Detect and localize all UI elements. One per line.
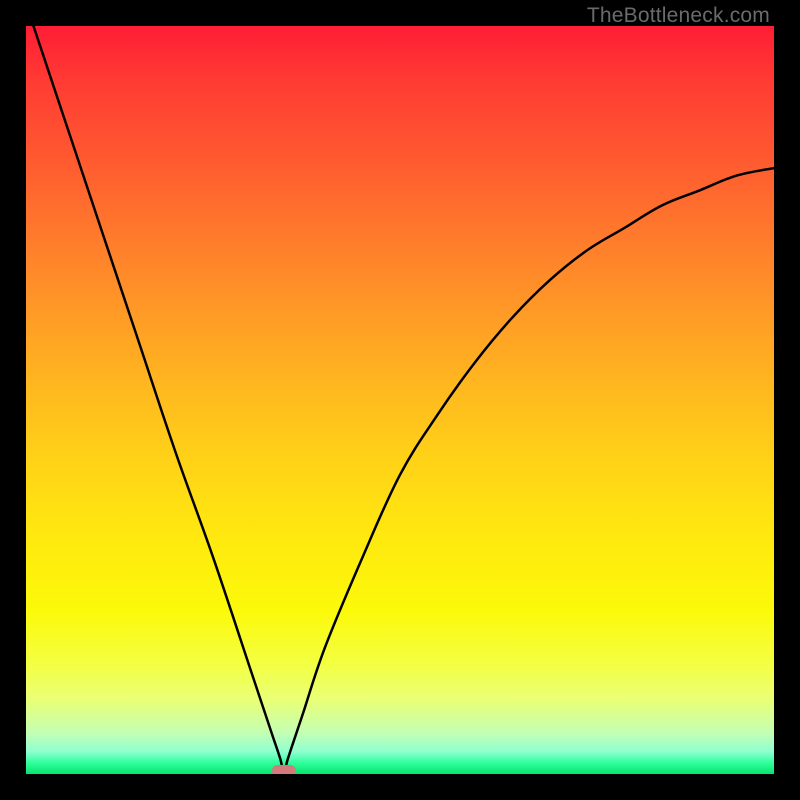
chart-plot-area xyxy=(26,26,774,774)
watermark-text: TheBottleneck.com xyxy=(587,4,770,28)
minimum-marker xyxy=(272,765,296,774)
bottleneck-curve xyxy=(26,26,774,774)
chart-frame: TheBottleneck.com xyxy=(0,0,800,800)
